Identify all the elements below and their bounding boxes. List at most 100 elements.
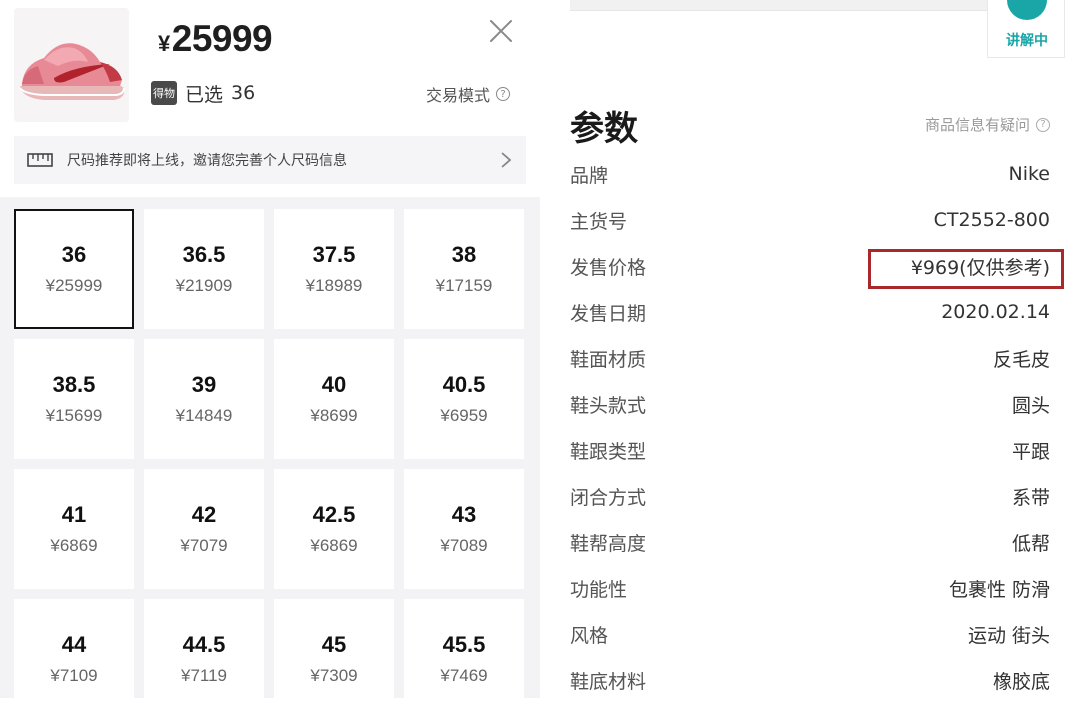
size-price: ¥7089 <box>440 536 488 555</box>
size-price: ¥21909 <box>175 276 233 295</box>
selected-label: 已选 <box>185 83 224 106</box>
chevron-right-icon <box>501 152 512 168</box>
size-label: 39 <box>191 372 217 397</box>
size-option-40-5[interactable]: 40.5 ¥6959 <box>404 339 524 459</box>
size-option-38[interactable]: 38 ¥17159 <box>404 209 524 329</box>
question-link-label: 商品信息有疑问 <box>924 116 1030 134</box>
size-grid: 36 ¥25999 36.5 ¥21909 37.5 ¥18989 38 ¥17159 38.5… <box>14 209 524 719</box>
param-key: 鞋头款式 <box>570 394 647 417</box>
size-label: 38.5 <box>52 372 96 397</box>
trade-mode-link[interactable]: 交易模式 ? <box>426 82 510 106</box>
param-row: 鞋跟类型 平跟 <box>570 427 1050 473</box>
param-key: 品牌 <box>570 164 609 187</box>
size-option-45[interactable]: 45 ¥7309 <box>274 599 394 719</box>
explain-label: 讲解中 <box>1006 33 1048 49</box>
size-grid-area: 36 ¥25999 36.5 ¥21909 37.5 ¥18989 38 ¥17159 38.5… <box>0 197 540 719</box>
param-row: 闭合方式 系带 <box>570 473 1050 519</box>
size-selection-panel: ¥25999 得物 已选 36 交易模式 ? 尺码推荐即将上线，邀请您完善个人尺… <box>0 0 540 719</box>
size-option-36[interactable]: 36 ¥25999 <box>14 209 134 329</box>
size-price: ¥7109 <box>50 666 98 685</box>
size-label: 40.5 <box>442 372 486 397</box>
size-option-38-5[interactable]: 38.5 ¥15699 <box>14 339 134 459</box>
param-key: 鞋帮高度 <box>570 532 647 555</box>
size-label: 36.5 <box>182 242 226 267</box>
size-option-43[interactable]: 43 ¥7089 <box>404 469 524 589</box>
param-key: 主货号 <box>570 210 628 233</box>
dewu-badge: 得物 <box>151 81 177 105</box>
size-price: ¥7469 <box>440 666 488 685</box>
param-row: 鞋面材质 反毛皮 <box>570 335 1050 381</box>
currency-symbol: ¥ <box>158 31 170 56</box>
params-title: 参数 <box>570 109 638 149</box>
size-price: ¥7079 <box>180 536 228 555</box>
param-key: 鞋底材料 <box>570 670 647 693</box>
param-value: 橡胶底 <box>992 670 1050 693</box>
param-value: CT2552-800 <box>933 209 1050 231</box>
selected-size-value: 36 <box>231 82 256 104</box>
size-label: 40 <box>321 372 347 397</box>
param-row: 功能性 包裹性 防滑 <box>570 565 1050 611</box>
size-option-42[interactable]: 42 ¥7079 <box>144 469 264 589</box>
size-label: 37.5 <box>312 242 356 267</box>
product-question-link[interactable]: 商品信息有疑问 ? <box>925 114 1050 135</box>
param-list: 品牌 Nike 主货号 CT2552-800 发售价格 ¥969(仅供参考) 发售日期 202… <box>570 151 1064 703</box>
size-option-41[interactable]: 41 ¥6869 <box>14 469 134 589</box>
size-label: 44 <box>61 632 87 657</box>
current-price: ¥25999 <box>158 18 273 60</box>
param-key: 发售日期 <box>570 302 647 325</box>
param-row: 发售日期 2020.02.14 <box>570 289 1050 335</box>
live-explain-button[interactable]: 讲解中 <box>987 0 1065 58</box>
size-option-39[interactable]: 39 ¥14849 <box>144 339 264 459</box>
price-value: 25999 <box>171 18 273 59</box>
size-price: ¥17159 <box>435 276 493 295</box>
param-value: 包裹性 防滑 <box>948 578 1050 601</box>
close-icon <box>490 20 512 42</box>
param-key: 发售价格 <box>570 256 647 279</box>
size-option-36-5[interactable]: 36.5 ¥21909 <box>144 209 264 329</box>
size-option-37-5[interactable]: 37.5 ¥18989 <box>274 209 394 329</box>
param-row: 品牌 Nike <box>570 151 1050 197</box>
param-value: 系带 <box>1011 486 1050 509</box>
size-price: ¥6869 <box>310 536 358 555</box>
product-params-panel: 讲解中 参数 商品信息有疑问 ? 品牌 Nike 主货号 CT2552-800 发售价格… <box>540 0 1080 698</box>
size-label: 36 <box>61 242 87 267</box>
product-thumbnail[interactable] <box>14 8 129 122</box>
size-option-45-5[interactable]: 45.5 ¥7469 <box>404 599 524 719</box>
video-strip <box>570 0 1010 11</box>
param-row: 风格 运动 街头 <box>570 611 1050 657</box>
close-button[interactable] <box>488 18 514 44</box>
param-row: 发售价格 ¥969(仅供参考) <box>570 243 1064 289</box>
size-label: 45.5 <box>442 632 486 657</box>
param-value: 圆头 <box>1011 394 1050 417</box>
ruler-icon <box>27 153 53 167</box>
live-icon <box>1007 0 1047 20</box>
size-price: ¥14849 <box>175 406 233 425</box>
size-price: ¥6959 <box>440 406 488 425</box>
param-key: 功能性 <box>570 578 628 601</box>
sneaker-image <box>14 8 129 122</box>
size-label: 42 <box>191 502 217 527</box>
size-price: ¥18989 <box>305 276 363 295</box>
param-key: 风格 <box>570 624 609 647</box>
param-key: 鞋面材质 <box>570 348 647 371</box>
size-option-44-5[interactable]: 44.5 ¥7119 <box>144 599 264 719</box>
size-recommendation-banner[interactable]: 尺码推荐即将上线，邀请您完善个人尺码信息 <box>14 136 526 184</box>
size-price: ¥8699 <box>310 406 358 425</box>
size-price: ¥7309 <box>310 666 358 685</box>
param-value: 2020.02.14 <box>941 301 1050 323</box>
selected-size-row: 得物 已选 36 <box>151 80 255 106</box>
param-row: 鞋头款式 圆头 <box>570 381 1050 427</box>
param-key: 闭合方式 <box>570 486 647 509</box>
size-price: ¥7119 <box>180 666 227 685</box>
size-price: ¥6869 <box>50 536 98 555</box>
highlight-box <box>868 249 1064 289</box>
param-row: 鞋帮高度 低帮 <box>570 519 1050 565</box>
param-value: 反毛皮 <box>992 348 1050 371</box>
size-option-42-5[interactable]: 42.5 ¥6869 <box>274 469 394 589</box>
help-circle-icon: ? <box>496 87 510 101</box>
size-option-44[interactable]: 44 ¥7109 <box>14 599 134 719</box>
size-label: 43 <box>451 502 477 527</box>
size-label: 44.5 <box>182 632 226 657</box>
size-option-40[interactable]: 40 ¥8699 <box>274 339 394 459</box>
size-label: 42.5 <box>312 502 356 527</box>
